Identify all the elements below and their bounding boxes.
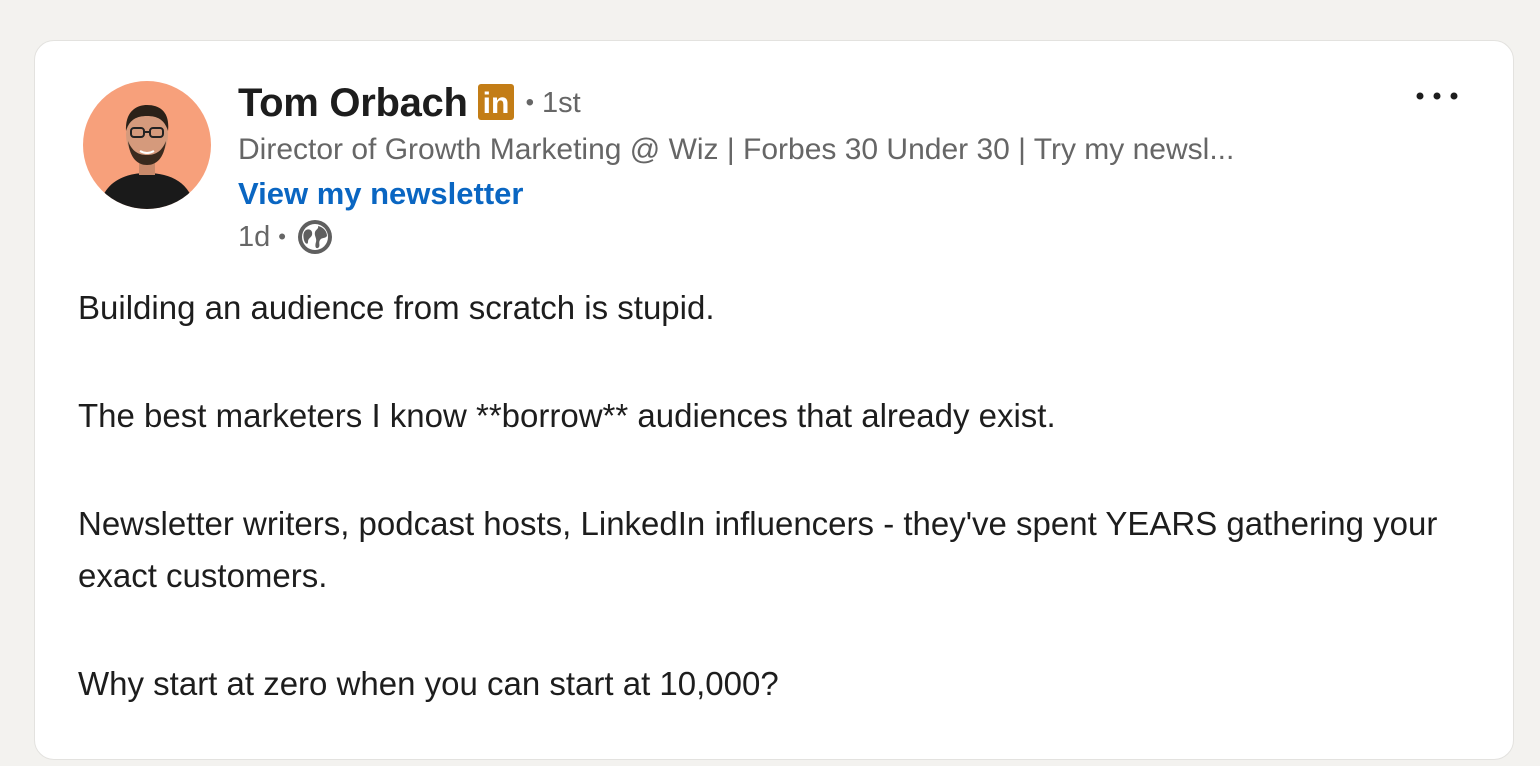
post-time: 1d (238, 220, 271, 253)
more-options-button[interactable] (1409, 81, 1465, 111)
badge-text: in (482, 87, 509, 120)
post-paragraph: Why start at zero when you can start at … (78, 665, 779, 702)
post-paragraph: Newsletter writers, podcast hosts, Linke… (78, 505, 1438, 594)
avatar[interactable] (83, 81, 211, 209)
globe-icon (296, 218, 334, 256)
separator-dot: • (525, 89, 535, 116)
post-body: Building an audience from scratch is stu… (78, 282, 1478, 766)
avatar-portrait (83, 81, 211, 209)
post-card: Tom Orbach in • 1st Director of Growth M… (34, 40, 1514, 760)
connection-degree: 1st (542, 86, 581, 119)
ellipsis-icon (1416, 92, 1458, 100)
view-newsletter-link[interactable]: View my newsletter (238, 175, 523, 213)
author-name[interactable]: Tom Orbach (238, 81, 468, 126)
post-paragraph: The best marketers I know **borrow** aud… (78, 397, 1056, 434)
linkedin-premium-badge-icon: in (477, 84, 514, 120)
author-headline: Director of Growth Marketing @ Wiz | For… (238, 133, 1235, 166)
post-paragraph: Building an audience from scratch is stu… (78, 289, 715, 326)
author-row: Tom Orbach in • 1st (238, 77, 581, 129)
post-meta: 1d • (238, 217, 334, 257)
separator-dot: • (278, 224, 286, 249)
